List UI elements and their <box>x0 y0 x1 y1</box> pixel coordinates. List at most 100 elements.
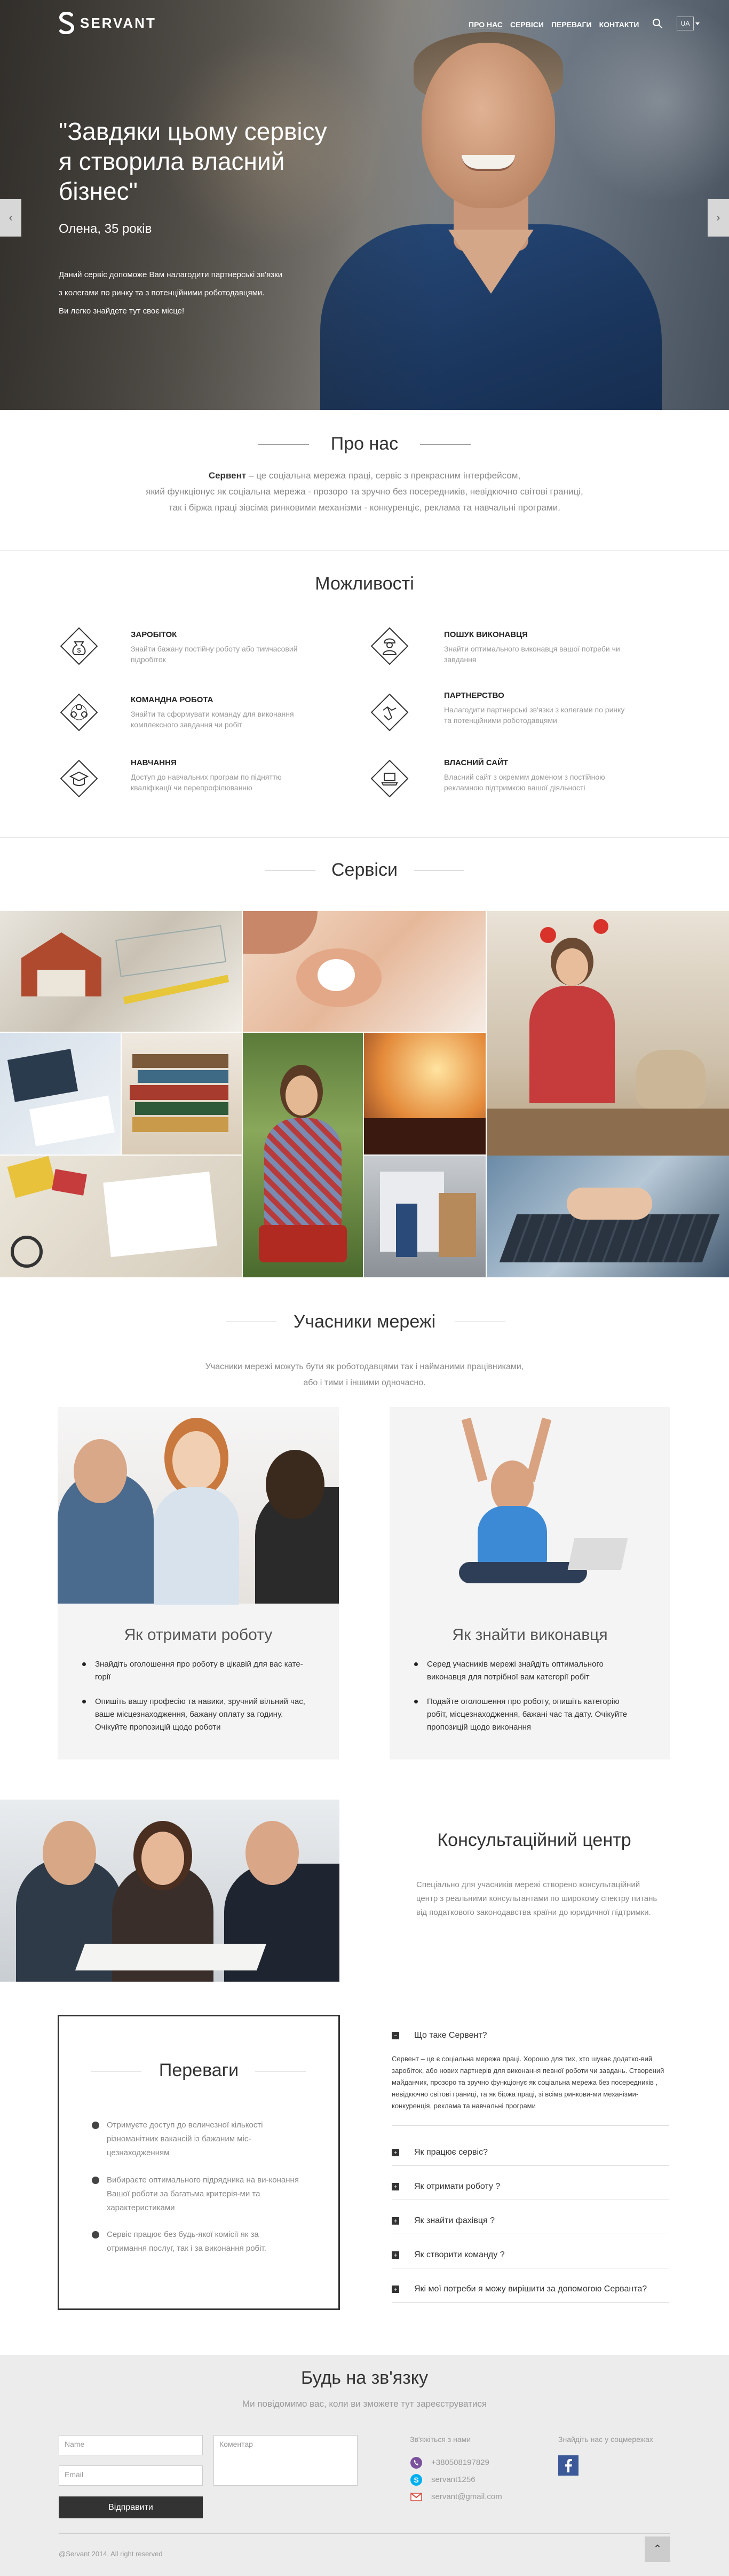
plus-icon: + <box>392 2183 399 2190</box>
chevron-down-icon <box>695 22 700 25</box>
handshake-icon <box>370 693 409 732</box>
contact-title: Будь на зв'язку <box>301 2368 428 2388</box>
plus-icon: + <box>392 2251 399 2259</box>
footer-divider <box>59 2533 670 2534</box>
service-photo-construction[interactable] <box>0 911 242 1032</box>
svg-text:S: S <box>414 2476 418 2484</box>
viber-icon <box>410 2457 422 2469</box>
feature-desc: Доступ до навчальних програм по підняттю… <box>131 773 282 792</box>
team-icon <box>60 693 98 732</box>
about-title: Про нас <box>330 434 399 454</box>
faq-question: Що таке Сервент? <box>414 2031 487 2040</box>
benefits-box <box>58 2015 340 2310</box>
nav-item-services[interactable]: СЕРВІСИ <box>510 20 544 29</box>
services-title: Сервіси <box>331 860 398 880</box>
phone-number[interactable]: +380508197829 <box>431 2458 489 2467</box>
consult-photo-team <box>0 1800 339 1982</box>
service-photo-keyboard[interactable] <box>487 1156 729 1277</box>
feature-title: ВЛАСНИЙ САЙТ <box>444 758 509 767</box>
feature-desc: Налагодити партнерські зв'язки з колегам… <box>444 705 625 725</box>
about-line: який функціонує як соціальна мережа - пр… <box>146 486 583 497</box>
card-list-item: Знайдіть оголошення про роботу в цікавій… <box>82 1658 308 1684</box>
benefit-item: Сервіс працює без будь-якої комісії як з… <box>92 2228 299 2256</box>
card-list-item: Подайте оголошення про роботу, опишіть к… <box>414 1695 640 1734</box>
nav-item-about[interactable]: ПРО НАС <box>469 20 503 29</box>
email-field[interactable]: Email <box>59 2465 203 2486</box>
card-title: Як отримати роботу <box>124 1626 273 1644</box>
faq-item[interactable]: + Як створити команду ? <box>392 2244 669 2268</box>
hero-author: Олена, 35 років <box>59 222 152 236</box>
facebook-icon[interactable] <box>558 2455 579 2476</box>
nav-item-contacts[interactable]: КОНТАКТИ <box>599 20 639 29</box>
laptop-icon <box>370 759 409 798</box>
scroll-top-button[interactable]: ⌃ <box>645 2536 670 2562</box>
service-photo-delivery[interactable] <box>364 1156 486 1277</box>
about-text: Сервент – це соціальна мережа праці, сер… <box>0 468 729 516</box>
service-photo-farm[interactable] <box>243 1033 363 1277</box>
logo[interactable]: SERVANT <box>59 12 156 34</box>
service-photo-design[interactable] <box>0 1156 242 1277</box>
reach-us-title: Зв'яжіться з нами <box>410 2435 471 2444</box>
card-photo-happy-man <box>390 1407 670 1604</box>
faq-item[interactable]: + Як отримати роботу ? <box>392 2176 669 2200</box>
logo-s-icon <box>59 12 75 34</box>
hero-text: з колегами по ринку та з потенційними ро… <box>59 288 265 297</box>
skype-icon: S <box>410 2474 422 2486</box>
email-address[interactable]: servant@gmail.com <box>431 2492 502 2501</box>
skype-name[interactable]: servant1256 <box>431 2475 476 2484</box>
consult-title: Консультаційний центр <box>437 1830 631 1850</box>
language-select[interactable]: UA <box>677 17 694 30</box>
service-photo-books[interactable] <box>122 1033 242 1155</box>
feature-title: КОМАНДНА РОБОТА <box>131 695 213 704</box>
consult-text: Спеціально для учасників мережі створено… <box>416 1880 657 1917</box>
faq-item[interactable]: + Як знайти фахівця ? <box>392 2210 669 2234</box>
send-button[interactable]: Відправити <box>59 2496 203 2518</box>
gmail-icon <box>410 2493 422 2501</box>
card-photo-interview <box>58 1407 339 1605</box>
feature-title: ПАРТНЕРСТВО <box>444 691 504 700</box>
service-photo-kitchen[interactable] <box>487 911 729 1156</box>
social-title: Знайдіть нас у соцмережах <box>558 2435 653 2444</box>
copyright: @Servant 2014. All right reserved <box>59 2550 163 2558</box>
minus-icon: − <box>392 2032 399 2039</box>
slider-prev-button[interactable]: ‹ <box>0 199 21 237</box>
plus-icon: + <box>392 2286 399 2293</box>
card-list-item: Серед учасників мережі знайдіть оптималь… <box>414 1658 640 1684</box>
card-find-contractor: Як знайти виконавця Серед учасників мере… <box>390 1407 670 1760</box>
card-get-job: Як отримати роботу Знайдіть оголошення п… <box>58 1407 339 1760</box>
benefit-item: Отримуєте доступ до величезної кількості… <box>92 2118 299 2160</box>
title-divider <box>420 444 471 445</box>
faq-item[interactable]: + Які мої потреби я можу вирішити за допо… <box>392 2278 669 2303</box>
hero-quote-line: "Завдяки цьому сервісу <box>59 117 327 145</box>
feature-desc: Знайти оптимального виконавця вашої потр… <box>444 645 620 664</box>
section-divider <box>0 837 729 838</box>
faq-item[interactable]: + Як працює сервіс? <box>392 2141 669 2166</box>
slider-next-button[interactable]: › <box>708 199 729 237</box>
service-photo-concert[interactable] <box>364 1033 486 1155</box>
about-line: так і біржа праці зівсіма ринковими меха… <box>169 502 560 513</box>
contact-subtitle: Ми повідомимо вас, коли ви зможете тут з… <box>242 2399 487 2409</box>
hero-quote: "Завдяки цьому сервісу я створила власни… <box>59 116 379 206</box>
svg-text:$: $ <box>77 647 81 654</box>
feature-title: НАВЧАННЯ <box>131 758 177 767</box>
comment-field[interactable]: Коментар <box>213 2435 358 2486</box>
hero-text: Даний сервіс допоможе Вам налагодити пар… <box>59 270 283 279</box>
service-photo-spa[interactable] <box>243 911 486 1032</box>
service-photo-office[interactable] <box>0 1033 121 1155</box>
members-text: Учасники мережі можуть бути як роботодав… <box>205 1362 524 1387</box>
card-title: Як знайти виконавця <box>452 1626 608 1644</box>
faq-answer: Сервент – це є соціальна мережа праці. Х… <box>392 2055 664 2110</box>
name-field[interactable]: Name <box>59 2435 203 2455</box>
about-line: – це соціальна мережа праці, сервіс з пр… <box>246 470 521 481</box>
benefit-item: Вибираєте оптимального підрядника на ви-… <box>92 2173 299 2215</box>
plus-icon: + <box>392 2217 399 2225</box>
faq-divider <box>392 2125 669 2126</box>
hero-quote-line: я створила власний <box>59 147 285 175</box>
features-title: Можливості <box>315 574 414 594</box>
hero-quote-line: бізнес" <box>59 177 138 205</box>
nav-item-benefits[interactable]: ПЕРЕВАГИ <box>551 20 592 29</box>
feature-title: ЗАРОБІТОК <box>131 630 177 639</box>
members-title: Учасники мережі <box>293 1311 436 1332</box>
feature-desc: Власний сайт з окремим доменом з постійн… <box>444 773 605 792</box>
search-icon[interactable] <box>652 18 663 29</box>
